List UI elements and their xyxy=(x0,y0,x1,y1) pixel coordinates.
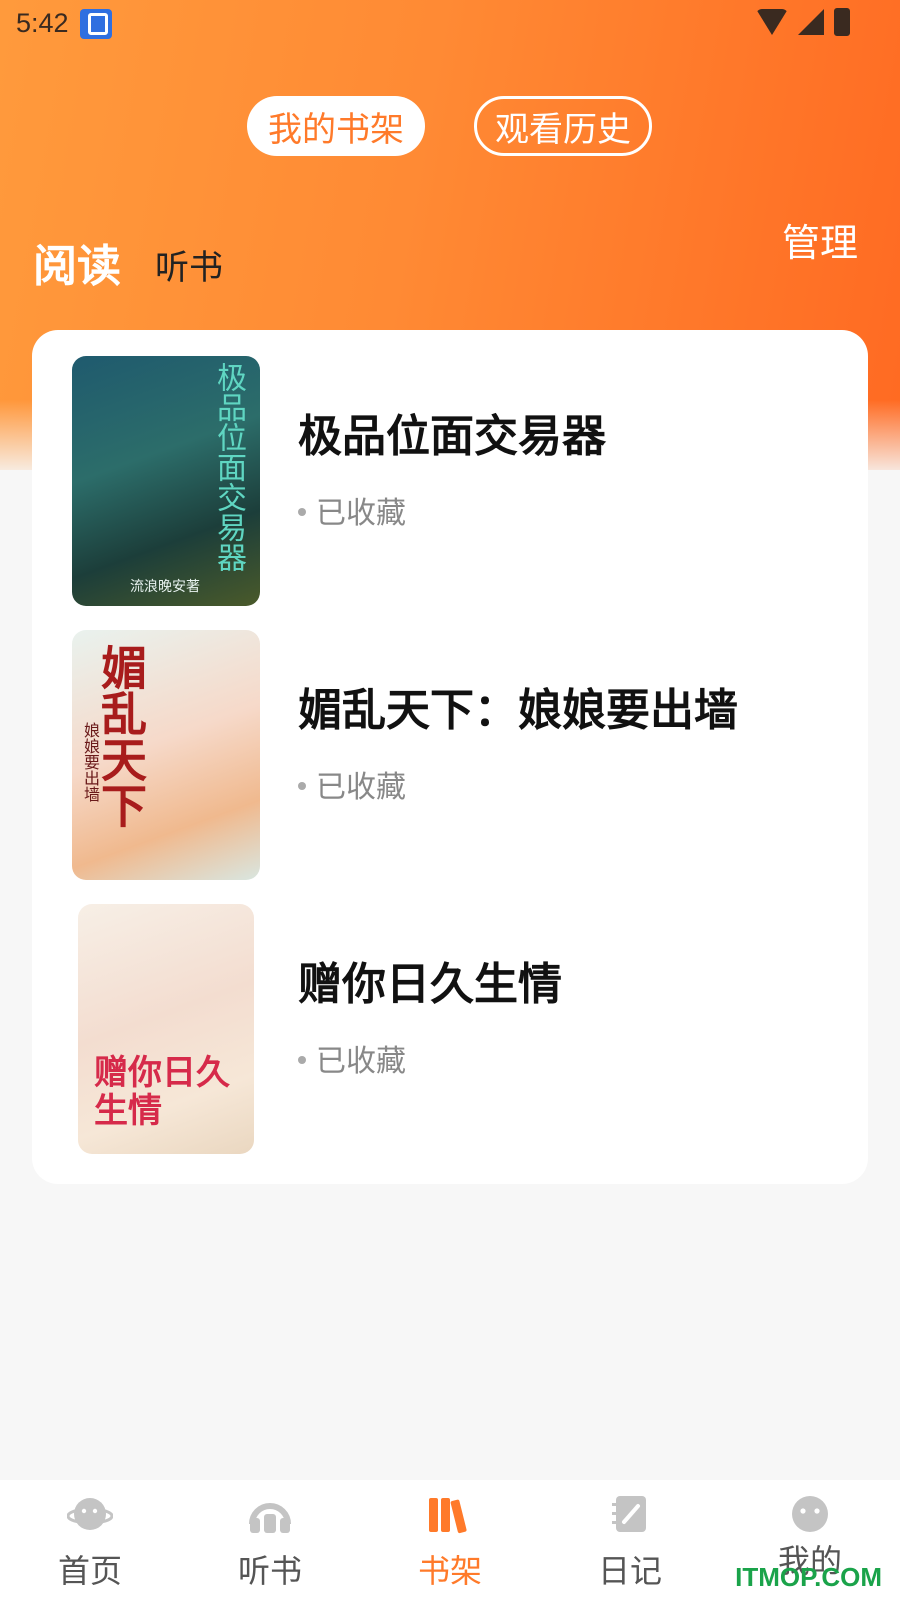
sub-tab-read[interactable]: 阅读 xyxy=(33,230,121,294)
headphones-icon xyxy=(249,1503,291,1533)
face-icon xyxy=(792,1496,828,1532)
book-cover[interactable]: 媚乱天下 娘娘要出墙 xyxy=(72,630,260,880)
signal-icon xyxy=(798,9,824,35)
nav-item-listen[interactable]: 听书 xyxy=(180,1480,360,1600)
book-cover[interactable]: 极品位面交易器 流浪晚安著 xyxy=(72,356,260,606)
book-status-label: 已收藏 xyxy=(316,496,406,531)
status-dot xyxy=(298,1055,306,1064)
cover-title-text: 赠你日久生情 xyxy=(94,1053,230,1131)
books-icon xyxy=(429,1498,467,1534)
book-status: 已收藏 xyxy=(298,488,406,532)
watermark: ITMOP.COM xyxy=(735,1562,882,1592)
cover-subtitle-text: 娘娘要出墙 xyxy=(81,722,100,802)
cover-title-text: 极品位面交易器 xyxy=(211,362,246,572)
book-title[interactable]: 赠你日久生情 xyxy=(298,948,562,1012)
book-item[interactable]: 媚乱天下 娘娘要出墙 媚乱天下：娘娘要出墙 已收藏 xyxy=(32,604,868,880)
book-item[interactable]: 赠你日久生情 赠你日久生情 已收藏 xyxy=(32,878,868,1154)
book-status: 已收藏 xyxy=(298,1036,406,1080)
status-dot xyxy=(298,781,306,790)
manage-button[interactable]: 管理 xyxy=(782,212,858,267)
tab-my-bookshelf[interactable]: 我的书架 xyxy=(247,96,425,156)
bookshelf-card: 极品位面交易器 流浪晚安著 极品位面交易器 已收藏 媚乱天下 娘娘要出墙 媚乱天… xyxy=(32,330,868,1184)
notebook-icon xyxy=(612,1496,646,1532)
nav-item-home[interactable]: 首页 xyxy=(0,1480,180,1600)
tab-watch-history[interactable]: 观看历史 xyxy=(474,96,652,156)
book-status-label: 已收藏 xyxy=(316,1044,406,1079)
nav-label: 听书 xyxy=(237,1552,302,1590)
sub-tab-listen[interactable]: 听书 xyxy=(155,240,223,289)
nav-item-diary[interactable]: 日记 xyxy=(540,1480,720,1600)
book-item[interactable]: 极品位面交易器 流浪晚安著 极品位面交易器 已收藏 xyxy=(32,330,868,606)
planet-icon xyxy=(67,1498,113,1530)
status-time: 5:42 xyxy=(16,8,69,38)
battery-icon xyxy=(834,8,850,36)
cover-author-text: 流浪晚安著 xyxy=(130,579,200,595)
wifi-icon xyxy=(756,9,788,35)
book-status: 已收藏 xyxy=(298,762,406,806)
status-dot xyxy=(298,507,306,516)
book-title[interactable]: 极品位面交易器 xyxy=(298,400,606,464)
status-bar: 5:42 xyxy=(0,0,900,48)
app-notification-icon xyxy=(80,9,112,39)
nav-item-bookshelf[interactable]: 书架 xyxy=(360,1480,540,1600)
nav-label: 首页 xyxy=(57,1552,122,1590)
nav-label: 日记 xyxy=(597,1552,662,1590)
status-indicators xyxy=(756,8,850,36)
book-cover[interactable]: 赠你日久生情 xyxy=(78,904,254,1154)
book-status-label: 已收藏 xyxy=(316,770,406,805)
nav-label: 书架 xyxy=(417,1552,482,1590)
book-title[interactable]: 媚乱天下：娘娘要出墙 xyxy=(298,674,738,738)
